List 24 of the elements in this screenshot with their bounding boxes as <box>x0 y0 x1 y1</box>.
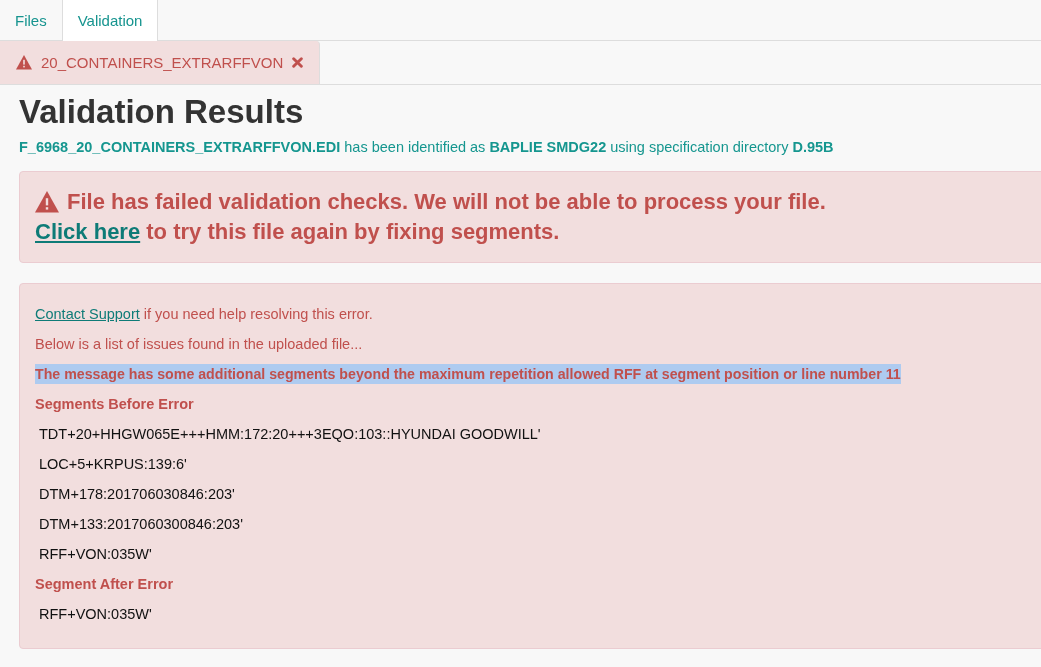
tab[interactable]: Files <box>0 0 62 40</box>
click-here-link[interactable]: Click here <box>35 219 141 244</box>
alert-retry-text: Click here to try this file again by fixing segments. <box>35 218 561 246</box>
intro-text: Below is a list of issues found in the uploaded file... <box>35 335 364 354</box>
file-tab[interactable]: 20_CONTAINERS_EXTRARFFVON <box>0 41 321 84</box>
contact-support-link[interactable]: Contact Support <box>35 306 140 322</box>
segment-text: TDT+20+HHGW065E+++HMM:172:20+++3EQO:103::HYUNDAI GOODWILL' <box>39 425 542 444</box>
alert-message: File has failed validation checks. We will not be able to process your file. <box>67 188 826 216</box>
segment-text: RFF+VON:035W' <box>39 545 153 564</box>
issue-message: The message has some additional segments beyond the maximum repetition allowed RFF at segment position or line number 11 <box>35 364 901 384</box>
segment-text: DTM+133:2017060300846:203' <box>39 515 244 534</box>
segment-text: LOC+5+KRPUS:139:6' <box>39 455 188 474</box>
support-text: Contact Support if you need help resolving this error. <box>35 305 374 324</box>
page-title: Validation Results <box>19 93 305 131</box>
section-title: Segments Before Error <box>35 395 195 414</box>
warning-icon <box>16 55 32 70</box>
section-title: Segment After Error <box>35 575 175 594</box>
file-tab-label: 20_CONTAINERS_EXTRARFFVON <box>41 54 284 71</box>
identification-text: F_6968_20_CONTAINERS_EXTRARFFVON.EDI has been identified as BAPLIE SMDG22 using specification directory D.95B <box>19 139 835 155</box>
segment-text: DTM+178:201706030846:203' <box>39 485 236 504</box>
warning-icon <box>35 191 59 213</box>
tab[interactable]: Validation <box>61 0 159 41</box>
close-icon[interactable] <box>292 57 304 68</box>
segment-text: RFF+VON:035W' <box>39 605 153 624</box>
